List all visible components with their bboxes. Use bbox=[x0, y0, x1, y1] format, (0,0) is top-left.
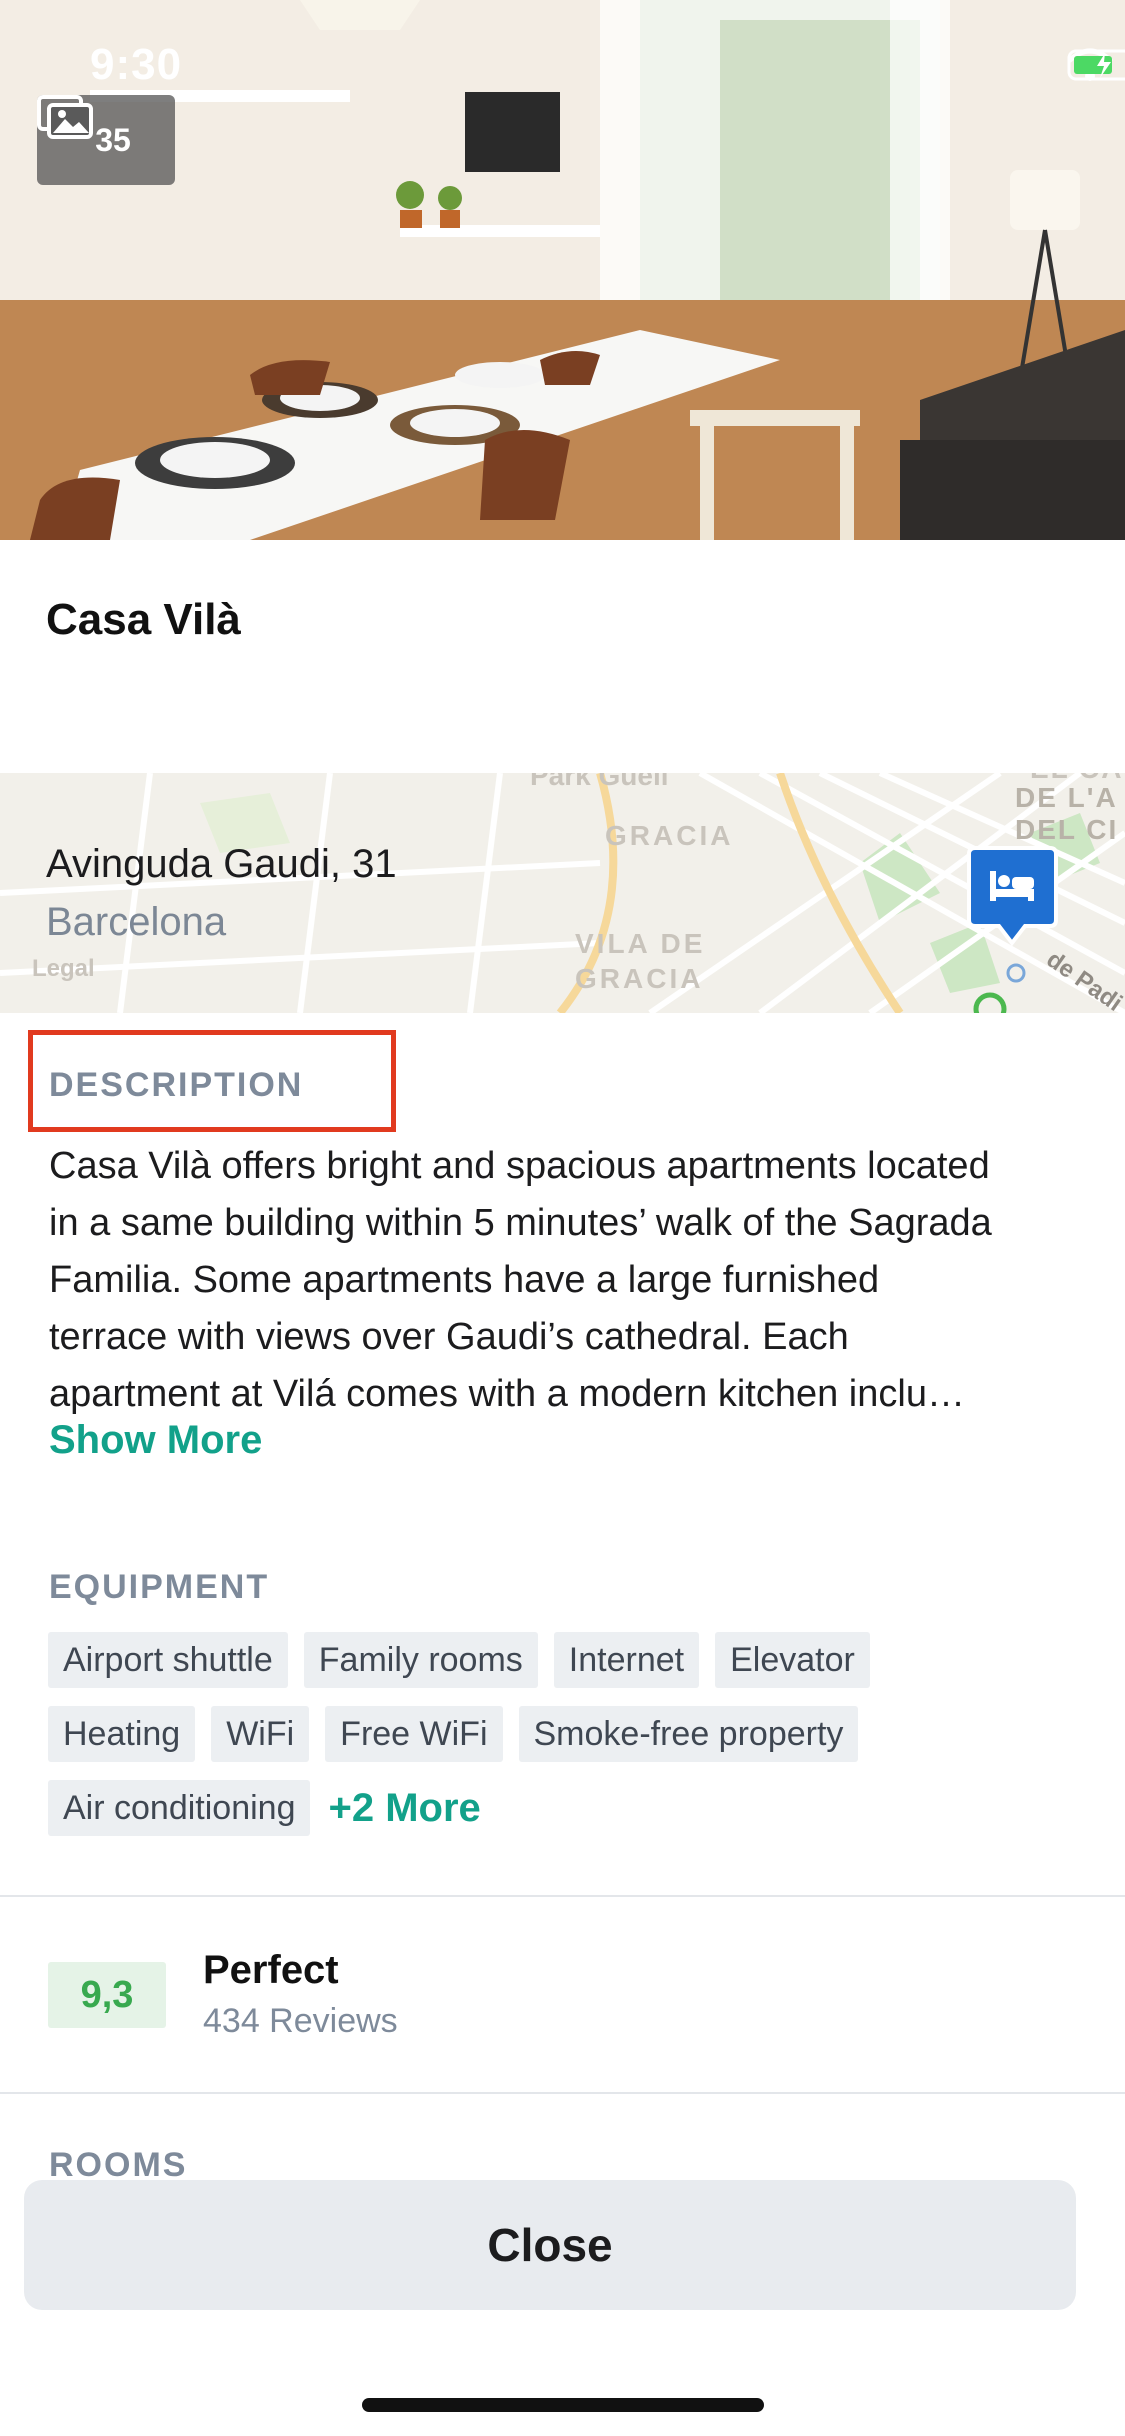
show-more-link[interactable]: Show More bbox=[49, 1418, 262, 1463]
description-line: apartment at Vilá comes with a modern ki… bbox=[49, 1373, 965, 1415]
status-time: 9:30 bbox=[90, 40, 183, 89]
equipment-chip: Free WiFi bbox=[325, 1706, 503, 1762]
map-label-de-la: DE L'A bbox=[1015, 782, 1118, 813]
address-city: Barcelona bbox=[46, 900, 227, 944]
equipment-chips: Airport shuttle Family rooms Internet El… bbox=[48, 1632, 1088, 1854]
chip-row: Heating WiFi Free WiFi Smoke-free proper… bbox=[48, 1706, 1088, 1762]
chip-row: Air conditioning +2 More bbox=[48, 1780, 1088, 1836]
description-heading: DESCRIPTION bbox=[49, 1066, 304, 1104]
equipment-chip: Internet bbox=[553, 1632, 700, 1688]
photo-gallery-button[interactable]: 35 bbox=[37, 95, 175, 185]
equipment-chip: Heating bbox=[48, 1706, 196, 1762]
rating-score-badge: 9,3 bbox=[48, 1962, 166, 2028]
map-legal-link: Legal bbox=[32, 955, 95, 982]
map-label-del-ci: DEL CI bbox=[1015, 814, 1118, 845]
map-background: Park Güell GRACIA VILA DE GRACIA EL CA D… bbox=[0, 773, 1125, 1013]
description-line: Casa Vilà offers bright and spacious apa… bbox=[49, 1145, 990, 1187]
equipment-heading: EQUIPMENT bbox=[49, 1568, 270, 1606]
hero-photo[interactable]: 9:30 35 bbox=[0, 0, 1125, 540]
description-line: terrace with views over Gaudi’s cathedra… bbox=[49, 1316, 849, 1358]
hotel-name: Casa Vilà bbox=[46, 595, 241, 644]
description-line: in a same building within 5 minutes’ wal… bbox=[49, 1202, 992, 1244]
close-button[interactable]: Close bbox=[24, 2180, 1076, 2310]
equipment-chip: Family rooms bbox=[303, 1632, 538, 1688]
map-label-vila-de: VILA DE bbox=[575, 928, 705, 959]
divider bbox=[0, 1895, 1125, 1897]
chip-row: Airport shuttle Family rooms Internet El… bbox=[48, 1632, 1088, 1688]
equipment-chip: Smoke-free property bbox=[518, 1706, 859, 1762]
address-line: Avinguda Gaudi, 31 bbox=[46, 842, 397, 886]
rating-label: Perfect bbox=[203, 1948, 339, 1992]
more-equipment-link[interactable]: +2 More bbox=[328, 1786, 480, 1831]
photo-count: 35 bbox=[95, 121, 131, 158]
divider bbox=[0, 2092, 1125, 2094]
map-label-gracia-2: GRACIA bbox=[575, 963, 703, 994]
equipment-chip: Airport shuttle bbox=[48, 1632, 288, 1688]
equipment-chip: WiFi bbox=[211, 1706, 310, 1762]
description-text: Casa Vilà offers bright and spacious apa… bbox=[49, 1138, 1089, 1423]
description-line: Familia. Some apartments have a large fu… bbox=[49, 1259, 880, 1301]
equipment-chip: Air conditioning bbox=[48, 1780, 311, 1836]
reviews-link[interactable]: 434 Reviews bbox=[203, 2002, 398, 2041]
home-indicator bbox=[362, 2398, 764, 2412]
map-label-park-guell: Park Güell bbox=[530, 773, 669, 791]
equipment-chip: Elevator bbox=[715, 1632, 870, 1688]
map-label-gracia: GRACIA bbox=[605, 820, 733, 851]
location-map[interactable]: Park Güell GRACIA VILA DE GRACIA EL CA D… bbox=[0, 773, 1125, 1013]
